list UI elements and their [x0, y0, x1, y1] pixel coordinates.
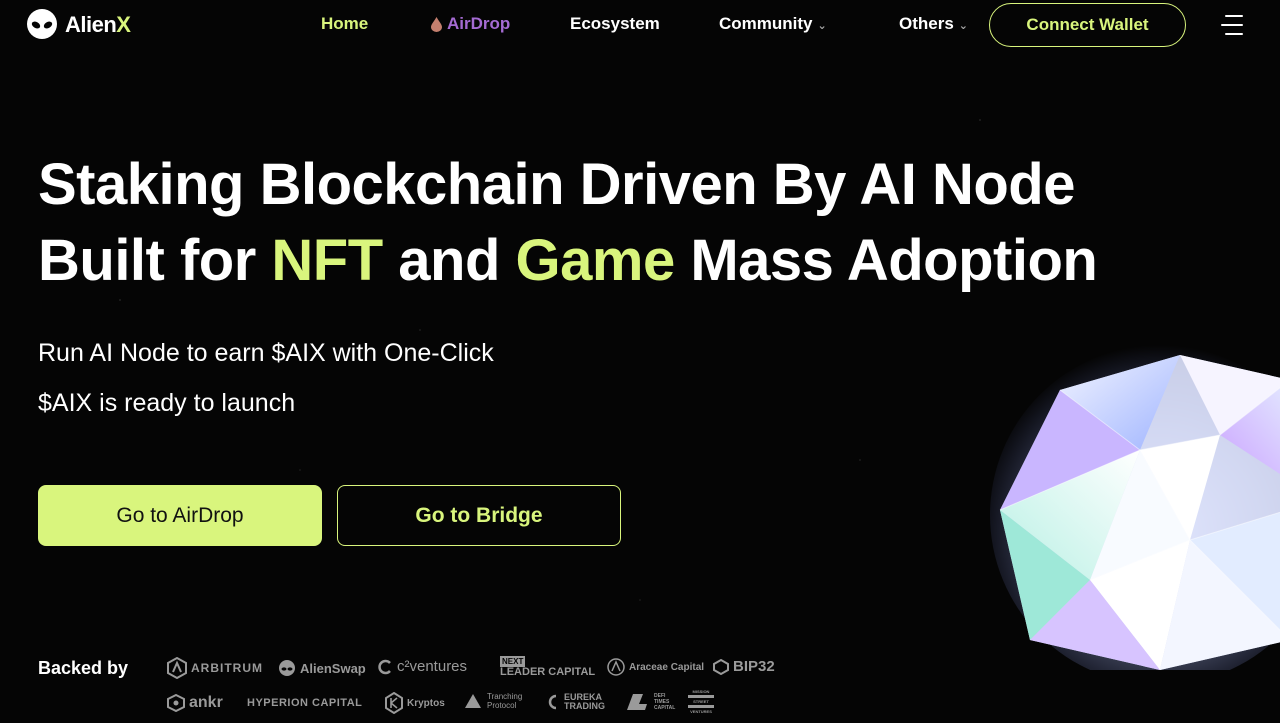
partner-alienswap[interactable]: AlienSwap [278, 659, 366, 677]
araceae-icon [607, 658, 625, 676]
nav-others[interactable]: Others ⌄ [899, 14, 968, 34]
partner-araceae-capital[interactable]: Araceae Capital [607, 658, 704, 676]
defi-times-icon [627, 694, 647, 710]
partner-eureka-trading[interactable]: EUREKA TRADING [544, 693, 605, 711]
tranching-icon [465, 694, 481, 708]
c2ventures-icon [378, 659, 391, 674]
nav-community[interactable]: Community ⌄ [719, 14, 827, 34]
drop-icon [431, 16, 442, 32]
backed-by-label: Backed by [38, 658, 129, 678]
kryptos-icon [385, 692, 403, 714]
go-to-bridge-button[interactable]: Go to Bridge [337, 485, 621, 546]
partner-next-leader-capital[interactable]: NEXT LEADER CAPITAL [500, 656, 595, 678]
crystal-gem-image [990, 345, 1280, 670]
partner-ankr[interactable]: ankr [167, 694, 223, 712]
partner-hyperion-capital[interactable]: HYPERION CAPITAL [247, 697, 362, 709]
partner-mission-street-ventures[interactable]: MISSION STREET VENTURES [688, 689, 714, 714]
hero-subtitle-2: $AIX is ready to launch [38, 389, 296, 417]
arbitrum-icon [167, 657, 187, 679]
eureka-icon [548, 694, 557, 710]
chevron-down-icon: ⌄ [817, 19, 827, 32]
top-nav: AlienX Home AirDrop Ecosystem Community … [0, 0, 1280, 50]
partner-c2ventures[interactable]: c²ventures [377, 658, 467, 675]
go-to-airdrop-button[interactable]: Go to AirDrop [38, 485, 322, 546]
partner-tranching-protocol[interactable]: Tranching Protocol [463, 692, 522, 710]
connect-wallet-button[interactable]: Connect Wallet [989, 3, 1186, 47]
bip32-icon [713, 658, 729, 675]
partner-kryptos[interactable]: Kryptos [385, 692, 445, 714]
mission-bar-icon [688, 705, 714, 708]
chevron-down-icon: ⌄ [958, 19, 969, 32]
ankr-icon [167, 694, 185, 712]
hero-title-line2: Built for NFT and Game Mass Adoption [38, 228, 1098, 293]
hero-title-line1: Staking Blockchain Driven By AI Node [38, 152, 1076, 217]
brand-name: AlienX [65, 12, 131, 37]
alien-head-icon [27, 9, 57, 39]
nav-airdrop[interactable]: AirDrop [431, 14, 510, 34]
partner-arbitrum[interactable]: ARBITRUM [167, 657, 263, 679]
brand-logo[interactable]: AlienX [25, 8, 131, 42]
alienswap-icon [279, 660, 295, 676]
nav-ecosystem[interactable]: Ecosystem [570, 14, 660, 34]
nav-home[interactable]: Home [321, 14, 368, 34]
menu-icon[interactable] [1221, 15, 1243, 35]
partner-defi-times-capital[interactable]: DEFI TIMES CAPITAL [625, 692, 675, 712]
hero-subtitle-1: Run AI Node to earn $AIX with One-Click [38, 339, 494, 367]
partner-bip32[interactable]: BIP32 [713, 658, 775, 675]
mission-bar-icon [688, 695, 714, 698]
